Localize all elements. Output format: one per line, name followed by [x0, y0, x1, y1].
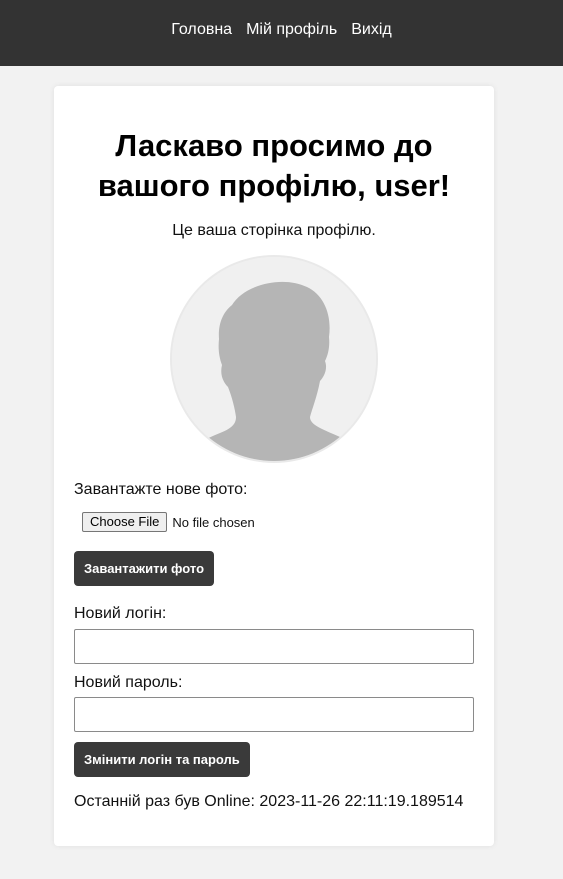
profile-card: Ласкаво просимо до вашого профілю, user!… [54, 86, 494, 846]
new-login-input[interactable] [74, 629, 474, 664]
upload-photo-button[interactable]: Завантажити фото [74, 551, 215, 586]
nav-link-logout[interactable]: Вихід [351, 21, 392, 39]
new-password-label: Новий пароль: [74, 674, 183, 691]
nav-link-my-profile[interactable]: Мій профіль [246, 21, 337, 39]
file-picker: Choose File No file chosen [82, 512, 255, 532]
nav-link-home[interactable]: Головна [171, 21, 232, 39]
avatar [172, 257, 376, 461]
top-navbar: Головна Мій профіль Вихід [0, 0, 563, 66]
last-online-status: Останній раз був Online: 2023-11-26 22:1… [74, 793, 464, 810]
page-title: Ласкаво просимо до вашого профілю, user! [97, 128, 451, 203]
upload-photo-label: Завантажте нове фото: [74, 481, 248, 498]
user-silhouette-icon [172, 257, 376, 461]
new-login-label: Новий логін: [74, 605, 167, 622]
change-credentials-button[interactable]: Змінити логін та пароль [74, 742, 250, 777]
choose-file-button[interactable]: Choose File [82, 512, 168, 532]
new-password-input[interactable] [74, 697, 474, 732]
page-subtitle: Це ваша сторінка профілю. [172, 222, 376, 239]
file-status-text: No file chosen [172, 514, 255, 530]
